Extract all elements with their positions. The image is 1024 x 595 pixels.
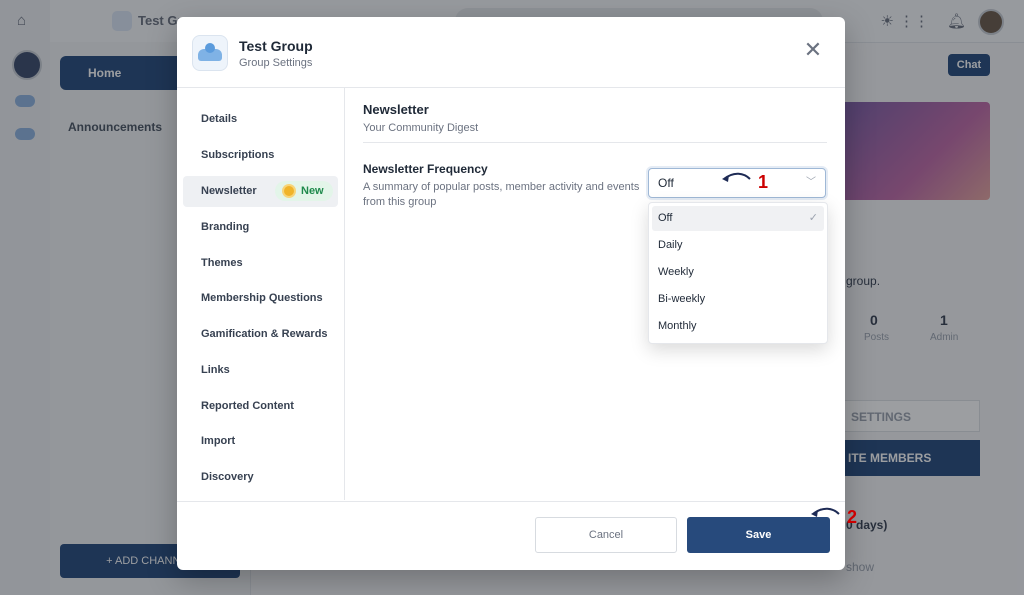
modal-footer: Cancel Save	[177, 501, 845, 570]
modal-subtitle: Group Settings	[239, 57, 313, 69]
settings-content: Newsletter Your Community Digest Newslet…	[345, 88, 845, 500]
nav-item-membership-questions[interactable]: Membership Questions	[183, 283, 338, 314]
annotation-marker-1: 1	[722, 169, 774, 193]
annotation-marker-2: 2	[811, 504, 863, 528]
modal-title: Test Group	[239, 38, 313, 54]
frequency-label: Newsletter Frequency	[363, 162, 488, 176]
settings-nav: Details Subscriptions Newsletter New Bra…	[177, 88, 345, 500]
check-icon: ✓	[808, 212, 818, 224]
new-badge-icon	[284, 186, 294, 196]
new-badge: New	[275, 181, 333, 201]
option-off[interactable]: Off ✓	[652, 206, 824, 231]
frequency-dropdown: Off ✓ Daily Weekly Bi-weekly Monthly	[648, 202, 828, 344]
modal-header: Test Group Group Settings ✕	[177, 17, 845, 88]
nav-item-reported-content[interactable]: Reported Content	[183, 391, 338, 422]
group-settings-modal: Test Group Group Settings ✕ Details Subs…	[177, 17, 845, 570]
nav-item-import[interactable]: Import	[183, 426, 338, 457]
frequency-description: A summary of popular posts, member activ…	[363, 181, 640, 208]
option-daily[interactable]: Daily	[652, 233, 824, 258]
nav-item-label: Newsletter	[201, 185, 257, 197]
nav-item-discovery[interactable]: Discovery	[183, 462, 338, 493]
section-title: Newsletter	[363, 102, 429, 117]
new-badge-label: New	[301, 185, 324, 197]
nav-item-details[interactable]: Details	[183, 104, 338, 135]
option-bi-weekly[interactable]: Bi-weekly	[652, 287, 824, 312]
nav-item-subscriptions[interactable]: Subscriptions	[183, 140, 338, 171]
group-logo-icon	[192, 35, 228, 71]
divider	[363, 142, 827, 143]
option-label: Off	[658, 212, 673, 224]
nav-item-links[interactable]: Links	[183, 355, 338, 386]
section-subtitle: Your Community Digest	[363, 122, 479, 134]
nav-item-themes[interactable]: Themes	[183, 248, 338, 279]
option-monthly[interactable]: Monthly	[652, 314, 824, 339]
chevron-down-icon: ﹀	[806, 177, 816, 188]
select-value: Off	[658, 176, 674, 190]
close-icon[interactable]: ✕	[801, 39, 825, 63]
nav-item-newsletter[interactable]: Newsletter New	[183, 176, 338, 207]
option-weekly[interactable]: Weekly	[652, 260, 824, 285]
annotation-number: 2	[846, 507, 857, 527]
nav-item-gamification[interactable]: Gamification & Rewards	[183, 319, 338, 350]
annotation-number: 1	[757, 172, 768, 192]
cancel-button[interactable]: Cancel	[535, 517, 677, 553]
nav-item-branding[interactable]: Branding	[183, 212, 338, 243]
